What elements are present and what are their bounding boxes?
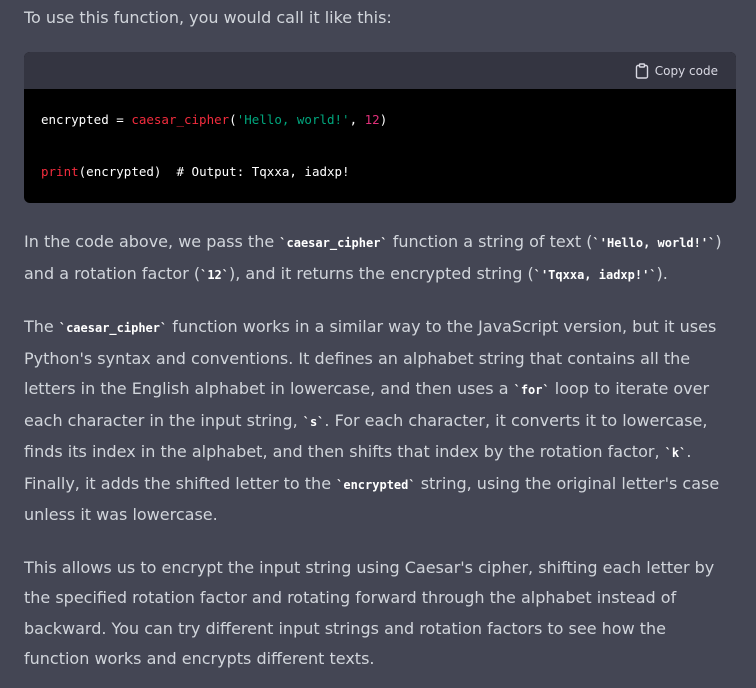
message-content: To use this function, you would call it …	[24, 0, 736, 675]
inline-code: `encrypted`	[336, 477, 416, 492]
copy-code-button[interactable]: Copy code	[635, 62, 718, 79]
paragraph-text: function a string of text (	[387, 232, 593, 251]
code-token-number: 12	[364, 112, 380, 127]
code-body[interactable]: encrypted = caesar_cipher('Hello, world!…	[24, 89, 736, 203]
code-token-open: (	[229, 112, 237, 127]
paragraph-1: In the code above, we pass the `caesar_c…	[24, 227, 736, 290]
inline-code: `k`	[664, 446, 687, 460]
inline-code: `12`	[200, 267, 230, 282]
code-token-string: 'Hello, world!'	[236, 112, 350, 127]
paragraph-2: The `caesar_cipher` function works in a …	[24, 312, 736, 531]
inline-code: `caesar_cipher`	[58, 321, 168, 335]
inline-code: `caesar_cipher`	[279, 236, 388, 250]
copy-code-label: Copy code	[654, 63, 718, 78]
code-token-fn: print	[41, 164, 79, 179]
intro-text: To use this function, you would call it …	[24, 8, 392, 27]
inline-code: `'Hello, world!'`	[592, 236, 716, 250]
code-token-close: )	[379, 112, 388, 127]
code-token-args: (encrypted)	[78, 164, 162, 179]
paragraph-text: ), and it returns the encrypted string (	[229, 263, 534, 283]
inline-code: `'Tqxxa, iadxp!'`	[533, 267, 657, 282]
inline-code: `s`	[302, 414, 325, 429]
code-token-comment: # Output: Tqxxa, iadxp!	[161, 164, 350, 179]
code-token-comma: ,	[349, 112, 365, 127]
code-block-header: Copy code	[24, 52, 736, 89]
paragraph-text: ).	[656, 263, 668, 283]
code-line-2: print(encrypted) # Output: Tqxxa, iadxp!	[41, 159, 720, 185]
inline-code: `for`	[513, 383, 550, 397]
paragraph-3: This allows us to encrypt the input stri…	[24, 557, 715, 669]
clipboard-icon	[635, 62, 649, 79]
paragraph-text: The	[24, 317, 59, 336]
code-token-fn: caesar_cipher	[131, 112, 230, 127]
code-line-1: encrypted = caesar_cipher('Hello, world!…	[41, 107, 720, 133]
paragraph-text: In the code above, we pass the	[24, 232, 280, 251]
code-token-var: encrypted =	[41, 112, 132, 127]
code-block: Copy code encrypted = caesar_cipher('Hel…	[24, 52, 736, 203]
